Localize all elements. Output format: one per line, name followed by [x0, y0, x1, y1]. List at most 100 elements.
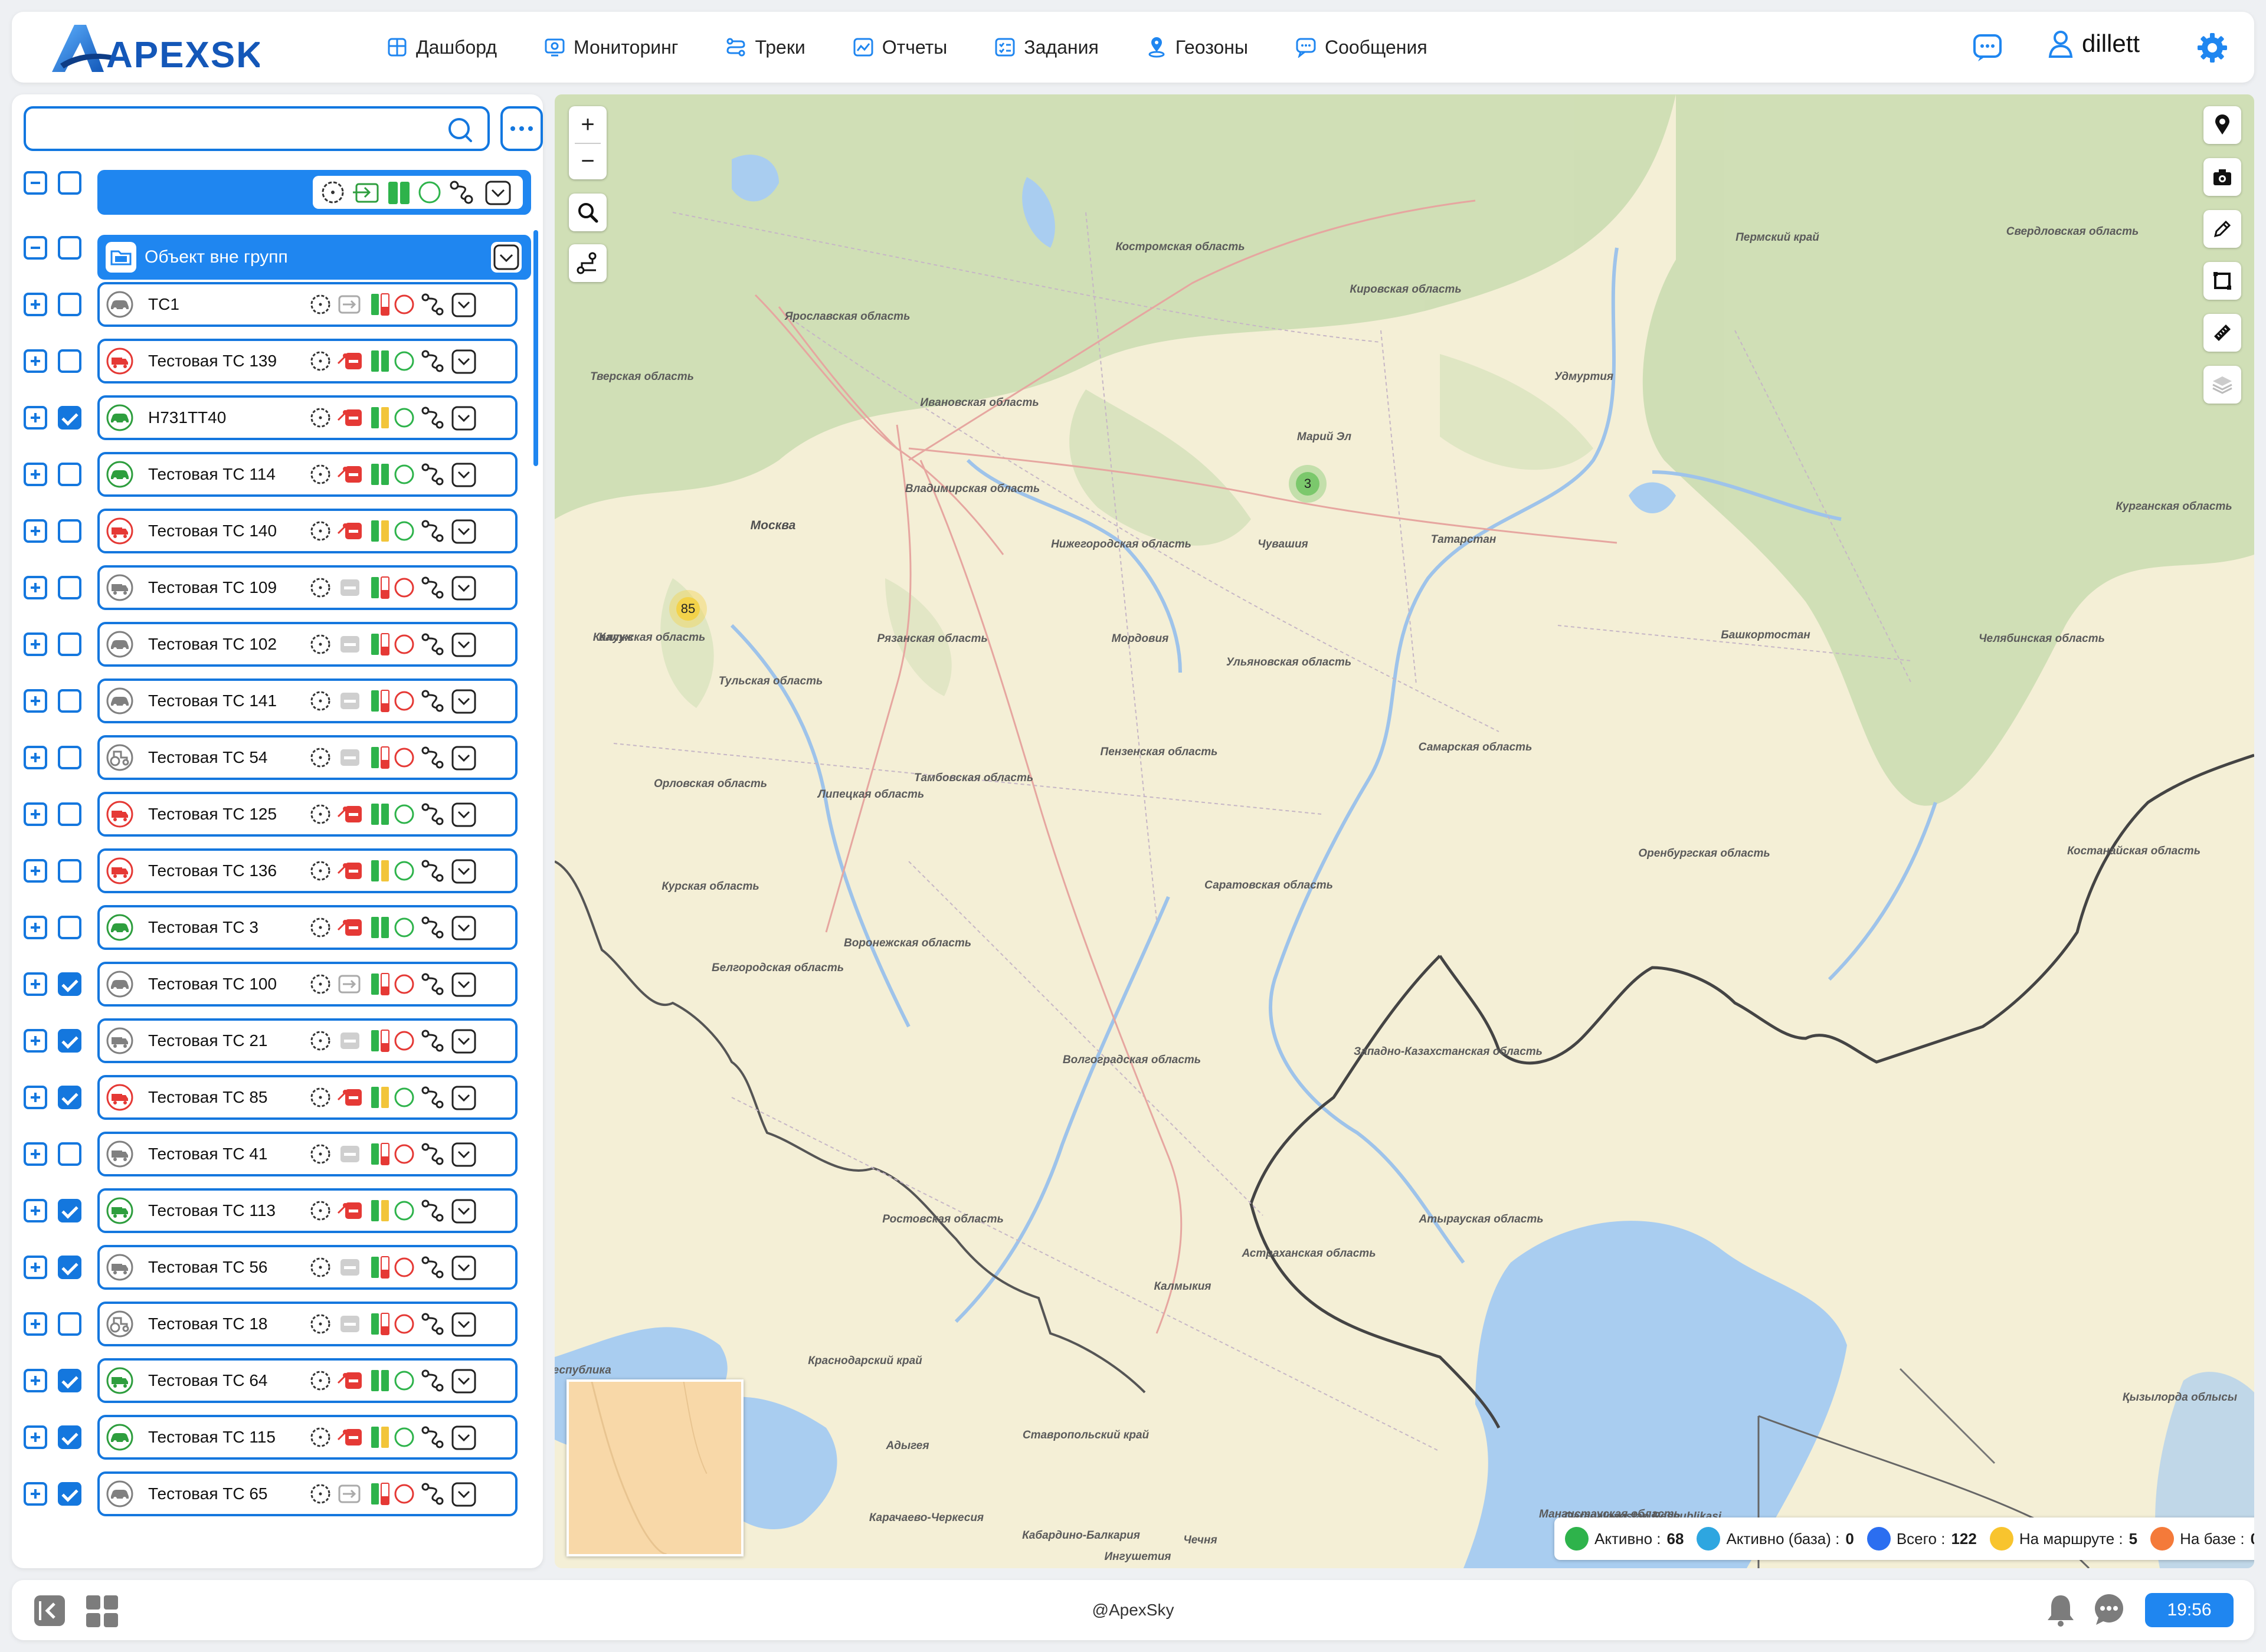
- map-search-button[interactable]: [569, 194, 607, 231]
- vehicle-status-icons[interactable]: [307, 1480, 514, 1508]
- table-row[interactable]: Тестовая ТС 21: [97, 1018, 518, 1063]
- map-cluster[interactable]: 3: [1296, 472, 1319, 496]
- expand-row-button[interactable]: [24, 802, 47, 826]
- expand-row-button[interactable]: [24, 1425, 47, 1449]
- user-menu[interactable]: dillett: [2048, 30, 2140, 58]
- table-row[interactable]: Тестовая ТС 139: [97, 339, 518, 384]
- nav-item-3[interactable]: Отчеты: [853, 37, 947, 58]
- table-row[interactable]: Тестовая ТС 141: [97, 678, 518, 723]
- screenshot-tool[interactable]: [2203, 158, 2241, 196]
- expand-row-button[interactable]: [24, 1312, 47, 1336]
- nav-item-1[interactable]: Мониторинг: [544, 37, 678, 58]
- table-row[interactable]: Тестовая ТС 100: [97, 962, 518, 1007]
- table-row[interactable]: Тестовая ТС 102: [97, 622, 518, 667]
- table-row[interactable]: Тестовая ТС 113: [97, 1188, 518, 1233]
- vehicle-status-icons[interactable]: [307, 630, 514, 658]
- table-row[interactable]: Тестовая ТС 114: [97, 452, 518, 497]
- more-options-button[interactable]: [500, 106, 543, 151]
- nav-item-6[interactable]: Сообщения: [1295, 37, 1427, 58]
- layers-tool[interactable]: [2203, 366, 2241, 404]
- vehicle-checkbox[interactable]: [58, 1142, 81, 1166]
- expand-row-button[interactable]: [24, 859, 47, 883]
- vehicle-checkbox[interactable]: [58, 576, 81, 599]
- vehicle-checkbox[interactable]: [58, 859, 81, 883]
- vehicle-status-icons[interactable]: [307, 913, 514, 942]
- select-all-checkbox[interactable]: [58, 171, 81, 195]
- vehicle-status-icons[interactable]: [307, 1140, 514, 1168]
- expand-row-button[interactable]: [24, 972, 47, 996]
- table-row[interactable]: Тестовая ТС 125: [97, 792, 518, 837]
- vehicle-status-icons[interactable]: [307, 1423, 514, 1451]
- vehicle-status-icons[interactable]: [307, 857, 514, 885]
- search-icon[interactable]: [445, 114, 474, 144]
- table-row[interactable]: Тестовая ТС 65: [97, 1471, 518, 1516]
- expand-row-button[interactable]: [24, 916, 47, 939]
- settings-gear-icon[interactable]: [2196, 32, 2228, 64]
- vehicle-checkbox[interactable]: [58, 1369, 81, 1392]
- chat-icon[interactable]: [1971, 31, 2004, 64]
- table-row[interactable]: Тестовая ТС 140: [97, 509, 518, 553]
- map-route-button[interactable]: [569, 244, 607, 282]
- table-row[interactable]: Тестовая ТС 18: [97, 1302, 518, 1346]
- map-cluster[interactable]: 85: [676, 597, 700, 621]
- table-row[interactable]: Тестовая ТС 85: [97, 1075, 518, 1120]
- expand-row-button[interactable]: [24, 689, 47, 713]
- nav-item-4[interactable]: Задания: [994, 37, 1099, 58]
- overview-minimap[interactable]: [566, 1379, 744, 1556]
- vehicle-checkbox[interactable]: [58, 972, 81, 996]
- table-row[interactable]: Тестовая ТС 136: [97, 848, 518, 893]
- expand-row-button[interactable]: [24, 406, 47, 430]
- expand-row-button[interactable]: [24, 1482, 47, 1506]
- table-row[interactable]: ТС1: [97, 282, 518, 327]
- expand-row-button[interactable]: [24, 1142, 47, 1166]
- vehicle-status-icons[interactable]: [307, 517, 514, 545]
- zoom-in-button[interactable]: +: [569, 106, 607, 143]
- table-row[interactable]: Тестовая ТС 54: [97, 735, 518, 780]
- expand-row-button[interactable]: [24, 293, 47, 316]
- expand-row-button[interactable]: [24, 1256, 47, 1279]
- clock-badge[interactable]: 19:56: [2145, 1593, 2234, 1627]
- draw-area-tool[interactable]: [2203, 262, 2241, 300]
- group-header[interactable]: Объект вне групп: [97, 235, 531, 280]
- table-row[interactable]: Тестовая ТС 41: [97, 1132, 518, 1176]
- search-input[interactable]: [24, 106, 490, 151]
- collapse-group-button[interactable]: [24, 236, 47, 260]
- vehicle-checkbox[interactable]: [58, 1029, 81, 1053]
- vehicle-checkbox[interactable]: [58, 1086, 81, 1109]
- vehicle-checkbox[interactable]: [58, 519, 81, 543]
- nav-item-2[interactable]: Треки: [725, 37, 805, 58]
- select-group-checkbox[interactable]: [58, 236, 81, 260]
- vehicle-checkbox[interactable]: [58, 916, 81, 939]
- expand-row-button[interactable]: [24, 1086, 47, 1109]
- vehicle-status-icons[interactable]: [307, 460, 514, 489]
- vehicle-status-icons[interactable]: [307, 800, 514, 828]
- vehicle-status-icons[interactable]: [307, 347, 514, 375]
- table-row[interactable]: Н731ТТ40: [97, 395, 518, 440]
- expand-row-button[interactable]: [24, 1029, 47, 1053]
- vehicle-status-icons[interactable]: [307, 1197, 514, 1225]
- group-expand-button[interactable]: [491, 242, 522, 273]
- vehicle-checkbox[interactable]: [58, 1425, 81, 1449]
- ruler-tool[interactable]: [2203, 314, 2241, 352]
- vehicle-checkbox[interactable]: [58, 1312, 81, 1336]
- vehicle-status-icons[interactable]: [307, 404, 514, 432]
- vehicle-status-icons[interactable]: [307, 1027, 514, 1055]
- collapse-all-button[interactable]: [24, 171, 47, 195]
- apexsky-logo[interactable]: APEXSKY: [47, 19, 260, 78]
- vehicle-checkbox[interactable]: [58, 689, 81, 713]
- draw-line-tool[interactable]: [2203, 210, 2241, 248]
- vehicle-checkbox[interactable]: [58, 746, 81, 769]
- vehicle-status-icons[interactable]: [307, 1310, 514, 1338]
- map-view[interactable]: Костромская область Ярославская область Тв…: [555, 94, 2254, 1568]
- expand-row-button[interactable]: [24, 519, 47, 543]
- expand-row-button[interactable]: [24, 576, 47, 599]
- sidebar-scrollbar[interactable]: [533, 230, 538, 466]
- table-row[interactable]: Тестовая ТС 3: [97, 905, 518, 950]
- expand-row-button[interactable]: [24, 632, 47, 656]
- nav-item-0[interactable]: Дашборд: [387, 37, 497, 58]
- vehicle-checkbox[interactable]: [58, 1199, 81, 1222]
- expand-row-button[interactable]: [24, 1369, 47, 1392]
- table-row[interactable]: Тестовая ТС 64: [97, 1358, 518, 1403]
- vehicle-checkbox[interactable]: [58, 293, 81, 316]
- table-row[interactable]: Тестовая ТС 115: [97, 1415, 518, 1460]
